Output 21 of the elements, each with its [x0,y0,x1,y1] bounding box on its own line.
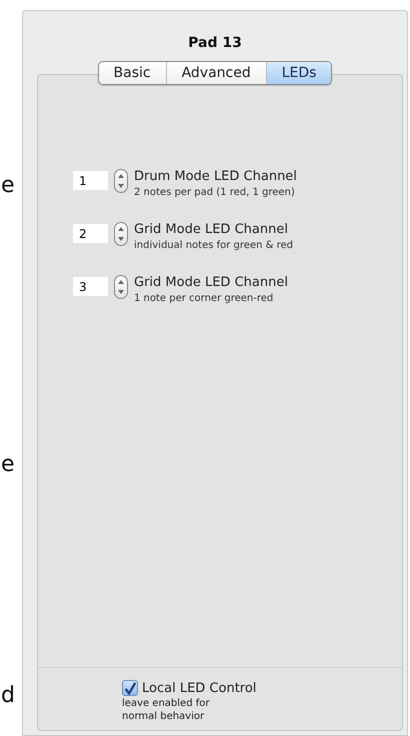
stepper-control[interactable] [114,222,128,246]
channel-label: Drum Mode LED Channel [134,169,297,184]
channel-note: 2 notes per pad (1 red, 1 green) [134,187,296,198]
stepper-control[interactable] [114,275,128,299]
checkbox[interactable] [122,680,138,696]
checkbox-label: Local LED Control [142,680,256,696]
clipped-text: e [1,452,15,477]
channel-field[interactable]: 2 [73,224,108,243]
panel-title: Pad 13 [187,34,243,53]
channel-field[interactable]: 1 [73,171,108,190]
channel-label: Grid Mode LED Channel [134,275,288,290]
checkbox-note: normal behavior [122,711,206,722]
clipped-text: e [1,173,15,198]
channel-field[interactable]: 3 [73,277,108,296]
checkbox-note: leave enabled for [122,698,210,709]
tab[interactable]: LEDs [266,62,332,84]
channel-label: Grid Mode LED Channel [134,222,289,237]
channel-note: individual notes for green & red [134,240,293,251]
channel-note: 1 note per corner green-red [134,293,274,304]
clipped-text: d [1,683,15,708]
stepper-control[interactable] [114,169,128,193]
